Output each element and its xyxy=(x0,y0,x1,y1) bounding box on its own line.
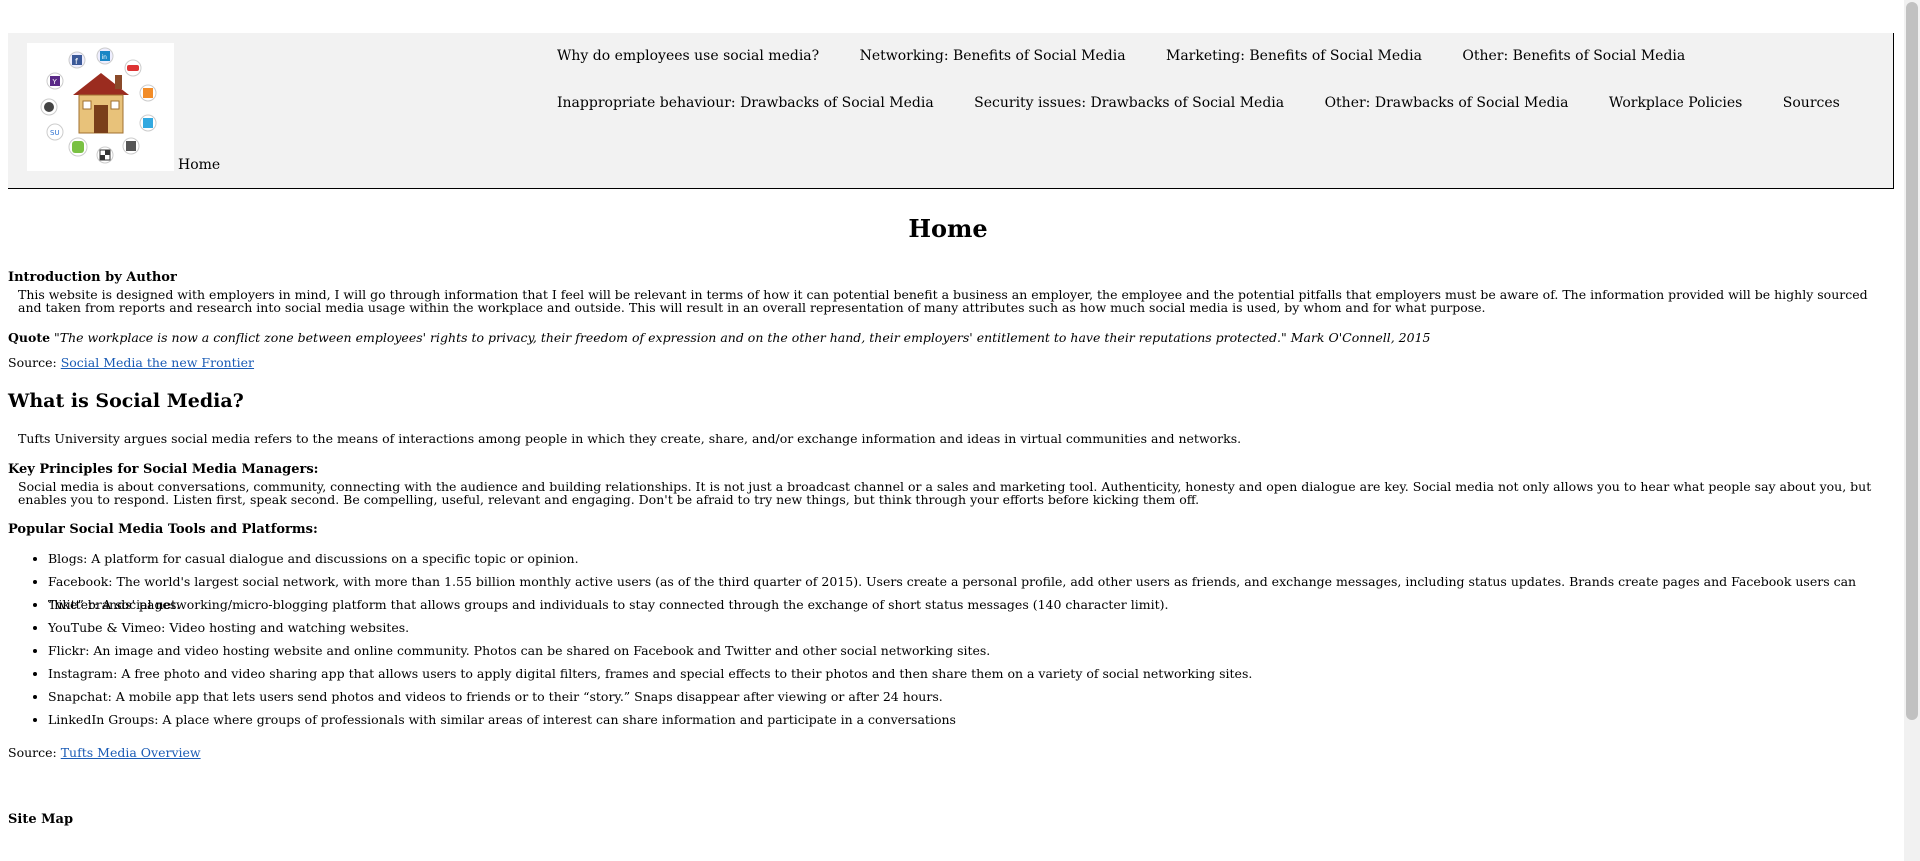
rss-icon xyxy=(139,84,157,102)
list-item: Blogs: A platform for casual dialogue an… xyxy=(48,547,1888,570)
list-item: Twitter: A social networking/micro-blogg… xyxy=(48,593,1888,616)
key-principles-text: Social media is about conversations, com… xyxy=(18,479,1872,507)
site-map-heading: Site Map xyxy=(8,812,74,827)
delicious-icon xyxy=(96,146,114,164)
nav-row-secondary: Inappropriate behaviour: Drawbacks of So… xyxy=(557,95,1876,111)
nav-other-benefits[interactable]: Other: Benefits of Social Media xyxy=(1462,48,1685,64)
what-is-social-media-heading: What is Social Media? xyxy=(8,390,244,412)
list-item: YouTube & Vimeo: Video hosting and watch… xyxy=(48,616,1888,639)
quote-text: "The workplace is now a conflict zone be… xyxy=(54,330,1431,345)
nav-security-issues[interactable]: Security issues: Drawbacks of Social Med… xyxy=(974,95,1284,111)
tools-heading: Popular Social Media Tools and Platforms… xyxy=(8,522,318,537)
nav-row-primary: Why do employees use social media? Netwo… xyxy=(557,48,1721,64)
social-house-logo-icon: f in Y SU xyxy=(40,47,157,164)
youtube-icon xyxy=(124,59,142,77)
quote-line: Quote "The workplace is now a conflict z… xyxy=(8,330,1888,345)
nav-networking-benefits[interactable]: Networking: Benefits of Social Media xyxy=(860,48,1126,64)
linkedin-icon: in xyxy=(96,47,114,65)
stumbleupon-icon: SU xyxy=(46,123,64,141)
svg-text:in: in xyxy=(102,54,108,61)
svg-text:Y: Y xyxy=(52,78,58,86)
wordpress-icon xyxy=(40,98,58,116)
source-link-tufts[interactable]: Tufts Media Overview xyxy=(61,745,201,760)
intro-text: This website is designed with employers … xyxy=(18,287,1868,315)
nav-why-employees[interactable]: Why do employees use social media? xyxy=(557,48,819,64)
list-item: Instagram: A free photo and video sharin… xyxy=(48,662,1888,685)
page-title: Home xyxy=(908,214,988,243)
intro-heading: Introduction by Author xyxy=(8,270,177,285)
yahoo-icon: Y xyxy=(46,72,64,90)
nav-marketing-benefits[interactable]: Marketing: Benefits of Social Media xyxy=(1166,48,1422,64)
nav-sources[interactable]: Sources xyxy=(1783,95,1840,111)
source-line-1: Source: Social Media the new Frontier xyxy=(8,355,1888,370)
home-link[interactable]: Home xyxy=(178,157,220,173)
nav-inappropriate-behaviour[interactable]: Inappropriate behaviour: Drawbacks of So… xyxy=(557,95,934,111)
source-label: Source: xyxy=(8,355,57,370)
scrollbar-thumb[interactable] xyxy=(1906,2,1918,720)
tools-list: Blogs: A platform for casual dialogue an… xyxy=(8,547,1888,731)
nav-workplace-policies[interactable]: Workplace Policies xyxy=(1609,95,1742,111)
source-link-new-frontier[interactable]: Social Media the new Frontier xyxy=(61,355,254,370)
source-label: Source: xyxy=(8,745,57,760)
key-principles-heading: Key Principles for Social Media Managers… xyxy=(8,462,319,477)
quote-label: Quote xyxy=(8,330,51,345)
page: f in Y SU Home Why do employees use soci… xyxy=(0,0,1904,861)
main-content: Home Introduction by Author This website… xyxy=(8,200,1888,827)
facebook-icon: f xyxy=(68,51,86,69)
site-logo[interactable]: f in Y SU xyxy=(27,43,174,171)
vertical-scrollbar[interactable] xyxy=(1904,0,1920,861)
list-item: Flickr: An image and video hosting websi… xyxy=(48,639,1888,662)
nav-other-drawbacks[interactable]: Other: Drawbacks of Social Media xyxy=(1325,95,1569,111)
technorati-icon xyxy=(68,137,88,157)
tufts-definition: Tufts University argues social media ref… xyxy=(18,431,1242,446)
twitter-icon xyxy=(139,114,157,132)
site-header: f in Y SU Home Why do employees use soci… xyxy=(8,33,1894,189)
source-line-2: Source: Tufts Media Overview xyxy=(8,745,1888,760)
list-item: Facebook: The world's largest social net… xyxy=(48,570,1888,612)
svg-text:SU: SU xyxy=(50,129,60,137)
list-item: Snapchat: A mobile app that lets users s… xyxy=(48,685,1888,708)
myspace-icon xyxy=(122,137,140,155)
svg-text:f: f xyxy=(75,57,78,66)
list-item: LinkedIn Groups: A place where groups of… xyxy=(48,708,1888,731)
